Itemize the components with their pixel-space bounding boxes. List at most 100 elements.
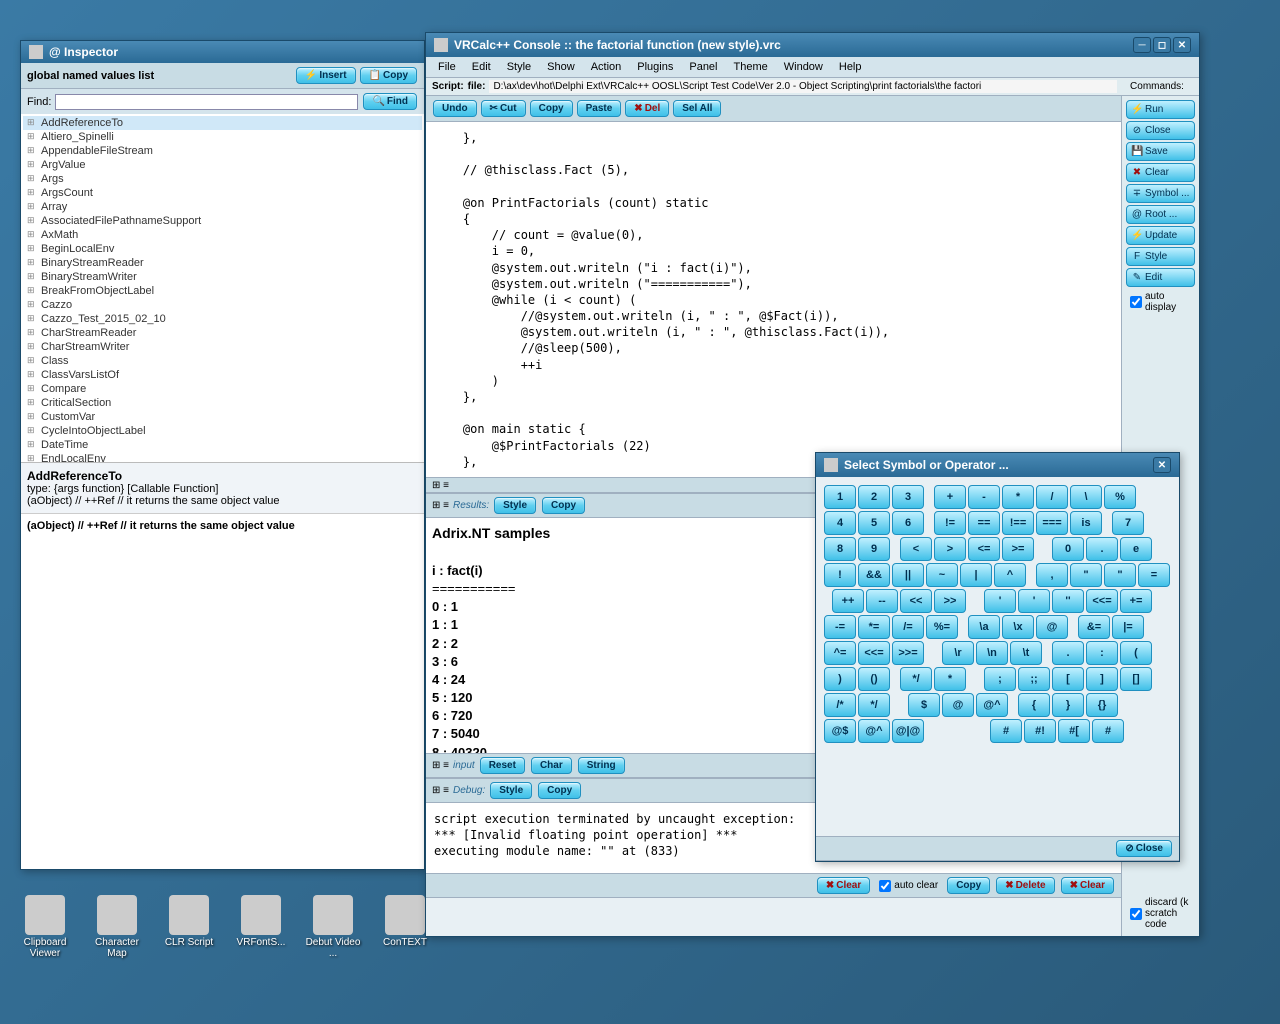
symbol-button[interactable]: */ [900, 667, 932, 691]
menu-item[interactable]: File [432, 59, 462, 75]
tree-item[interactable]: BinaryStreamReader [23, 256, 422, 270]
bottom-clear2-button[interactable]: ✖Clear [1061, 877, 1114, 894]
symbol-button[interactable]: () [858, 667, 890, 691]
tree-item[interactable]: DateTime [23, 438, 422, 452]
symbol-button[interactable]: '' [1052, 589, 1084, 613]
undo-button[interactable]: Undo [433, 100, 477, 117]
tree-item[interactable]: AssociatedFilePathnameSupport [23, 214, 422, 228]
tree-item[interactable]: AxMath [23, 228, 422, 242]
symbol-button[interactable]: 0 [1052, 537, 1084, 561]
desktop-icon[interactable]: Debut Video ... [303, 895, 363, 959]
tree-item[interactable]: ArgsCount [23, 186, 422, 200]
paste-button[interactable]: Paste [577, 100, 622, 117]
symbol-close-btn[interactable]: ⊘Close [1116, 840, 1172, 857]
reset-button[interactable]: Reset [480, 757, 525, 774]
edit-cmd-button[interactable]: ✎Edit [1126, 268, 1195, 287]
inspector-titlebar[interactable]: @ Inspector [21, 41, 424, 63]
tree-item[interactable]: Cazzo_Test_2015_02_10 [23, 312, 422, 326]
symbol-button[interactable]: %= [926, 615, 958, 639]
style-cmd-button[interactable]: FStyle [1126, 247, 1195, 266]
string-button[interactable]: String [578, 757, 625, 774]
symbol-button[interactable]: ] [1086, 667, 1118, 691]
symbol-button[interactable]: += [1120, 589, 1152, 613]
symbol-button[interactable]: [ [1052, 667, 1084, 691]
menu-item[interactable]: Edit [466, 59, 497, 75]
symbol-button[interactable]: @ [942, 693, 974, 717]
char-button[interactable]: Char [531, 757, 572, 774]
copy-button[interactable]: Copy [530, 100, 573, 117]
symbol-button[interactable]: $ [908, 693, 940, 717]
symbol-button[interactable]: != [934, 511, 966, 535]
del-button[interactable]: ✖Del [625, 100, 669, 117]
symbol-button[interactable]: . [1052, 641, 1084, 665]
symbol-button[interactable]: : [1086, 641, 1118, 665]
symbol-button[interactable]: | [960, 563, 992, 587]
tree-item[interactable]: CharStreamReader [23, 326, 422, 340]
symbol-button[interactable]: 7 [1112, 511, 1144, 535]
tree-item[interactable]: EndLocalEnv [23, 452, 422, 462]
symbol-button[interactable]: < [900, 537, 932, 561]
symbol-button[interactable]: <<= [1086, 589, 1118, 613]
symbol-close-button[interactable]: ✕ [1153, 457, 1171, 473]
tree-item[interactable]: Array [23, 200, 422, 214]
root-button[interactable]: @Root ... [1126, 205, 1195, 224]
symbol-button[interactable]: % [1104, 485, 1136, 509]
tree-item[interactable]: AddReferenceTo [23, 116, 422, 130]
symbol-button[interactable]: is [1070, 511, 1102, 535]
find-input[interactable] [55, 94, 358, 110]
bottom-clear-button[interactable]: ✖Clear [817, 877, 870, 894]
symbol-button[interactable]: *= [858, 615, 890, 639]
debug-style-button[interactable]: Style [490, 782, 532, 799]
symbol-button[interactable]: 8 [824, 537, 856, 561]
symbol-button[interactable]: } [1052, 693, 1084, 717]
symbol-button[interactable]: <<= [858, 641, 890, 665]
symbol-button[interactable]: [] [1120, 667, 1152, 691]
results-copy-button[interactable]: Copy [542, 497, 585, 514]
symbol-button[interactable]: { [1018, 693, 1050, 717]
symbol-button[interactable]: ) [824, 667, 856, 691]
symbol-button[interactable]: ; [984, 667, 1016, 691]
symbol-button[interactable]: # [1092, 719, 1124, 743]
symbol-button[interactable]: << [900, 589, 932, 613]
symbol-button[interactable]: <= [968, 537, 1000, 561]
symbol-button[interactable]: - [968, 485, 1000, 509]
symbol-button[interactable]: \t [1010, 641, 1042, 665]
insert-button[interactable]: ⚡Insert [296, 67, 356, 84]
symbol-button[interactable]: e [1120, 537, 1152, 561]
menu-item[interactable]: Show [541, 59, 581, 75]
symbol-button[interactable]: > [934, 537, 966, 561]
menu-item[interactable]: Action [585, 59, 628, 75]
symbol-button[interactable]: 3 [892, 485, 924, 509]
symbol-button[interactable]: ' [1018, 589, 1050, 613]
symbol-button[interactable]: ' [984, 589, 1016, 613]
symbol-button[interactable]: @^ [858, 719, 890, 743]
symbol-button[interactable]: &= [1078, 615, 1110, 639]
symbol-button[interactable]: * [934, 667, 966, 691]
values-tree[interactable]: AddReferenceToAltiero_SpinelliAppendable… [21, 114, 424, 462]
tree-item[interactable]: Compare [23, 382, 422, 396]
menu-item[interactable]: Plugins [631, 59, 679, 75]
symbol-button[interactable]: /= [892, 615, 924, 639]
symbol-button[interactable]: 6 [892, 511, 924, 535]
bottom-copy-button[interactable]: Copy [947, 877, 990, 894]
symbol-button[interactable]: /* [824, 693, 856, 717]
desktop-icon[interactable]: CLR Script [159, 895, 219, 948]
symbol-button[interactable]: \ [1070, 485, 1102, 509]
symbol-button[interactable]: -- [866, 589, 898, 613]
tree-item[interactable]: CharStreamWriter [23, 340, 422, 354]
discard-check[interactable]: discard (k scratch code [1126, 895, 1195, 932]
auto-display-check[interactable]: auto display [1126, 289, 1195, 315]
desktop-icon[interactable]: VRFontS... [231, 895, 291, 948]
symbol-button[interactable]: #[ [1058, 719, 1090, 743]
menu-item[interactable]: Style [501, 59, 537, 75]
symbol-button[interactable]: == [968, 511, 1000, 535]
console-titlebar[interactable]: VRCalc++ Console :: the factorial functi… [426, 33, 1199, 57]
symbol-button[interactable]: , [1036, 563, 1068, 587]
tree-item[interactable]: Class [23, 354, 422, 368]
symbol-button[interactable]: {} [1086, 693, 1118, 717]
symbol-button[interactable]: ( [1120, 641, 1152, 665]
tree-item[interactable]: CustomVar [23, 410, 422, 424]
save-button[interactable]: 💾Save [1126, 142, 1195, 161]
close-button[interactable]: ⊘Close [1126, 121, 1195, 140]
menu-item[interactable]: Panel [683, 59, 723, 75]
